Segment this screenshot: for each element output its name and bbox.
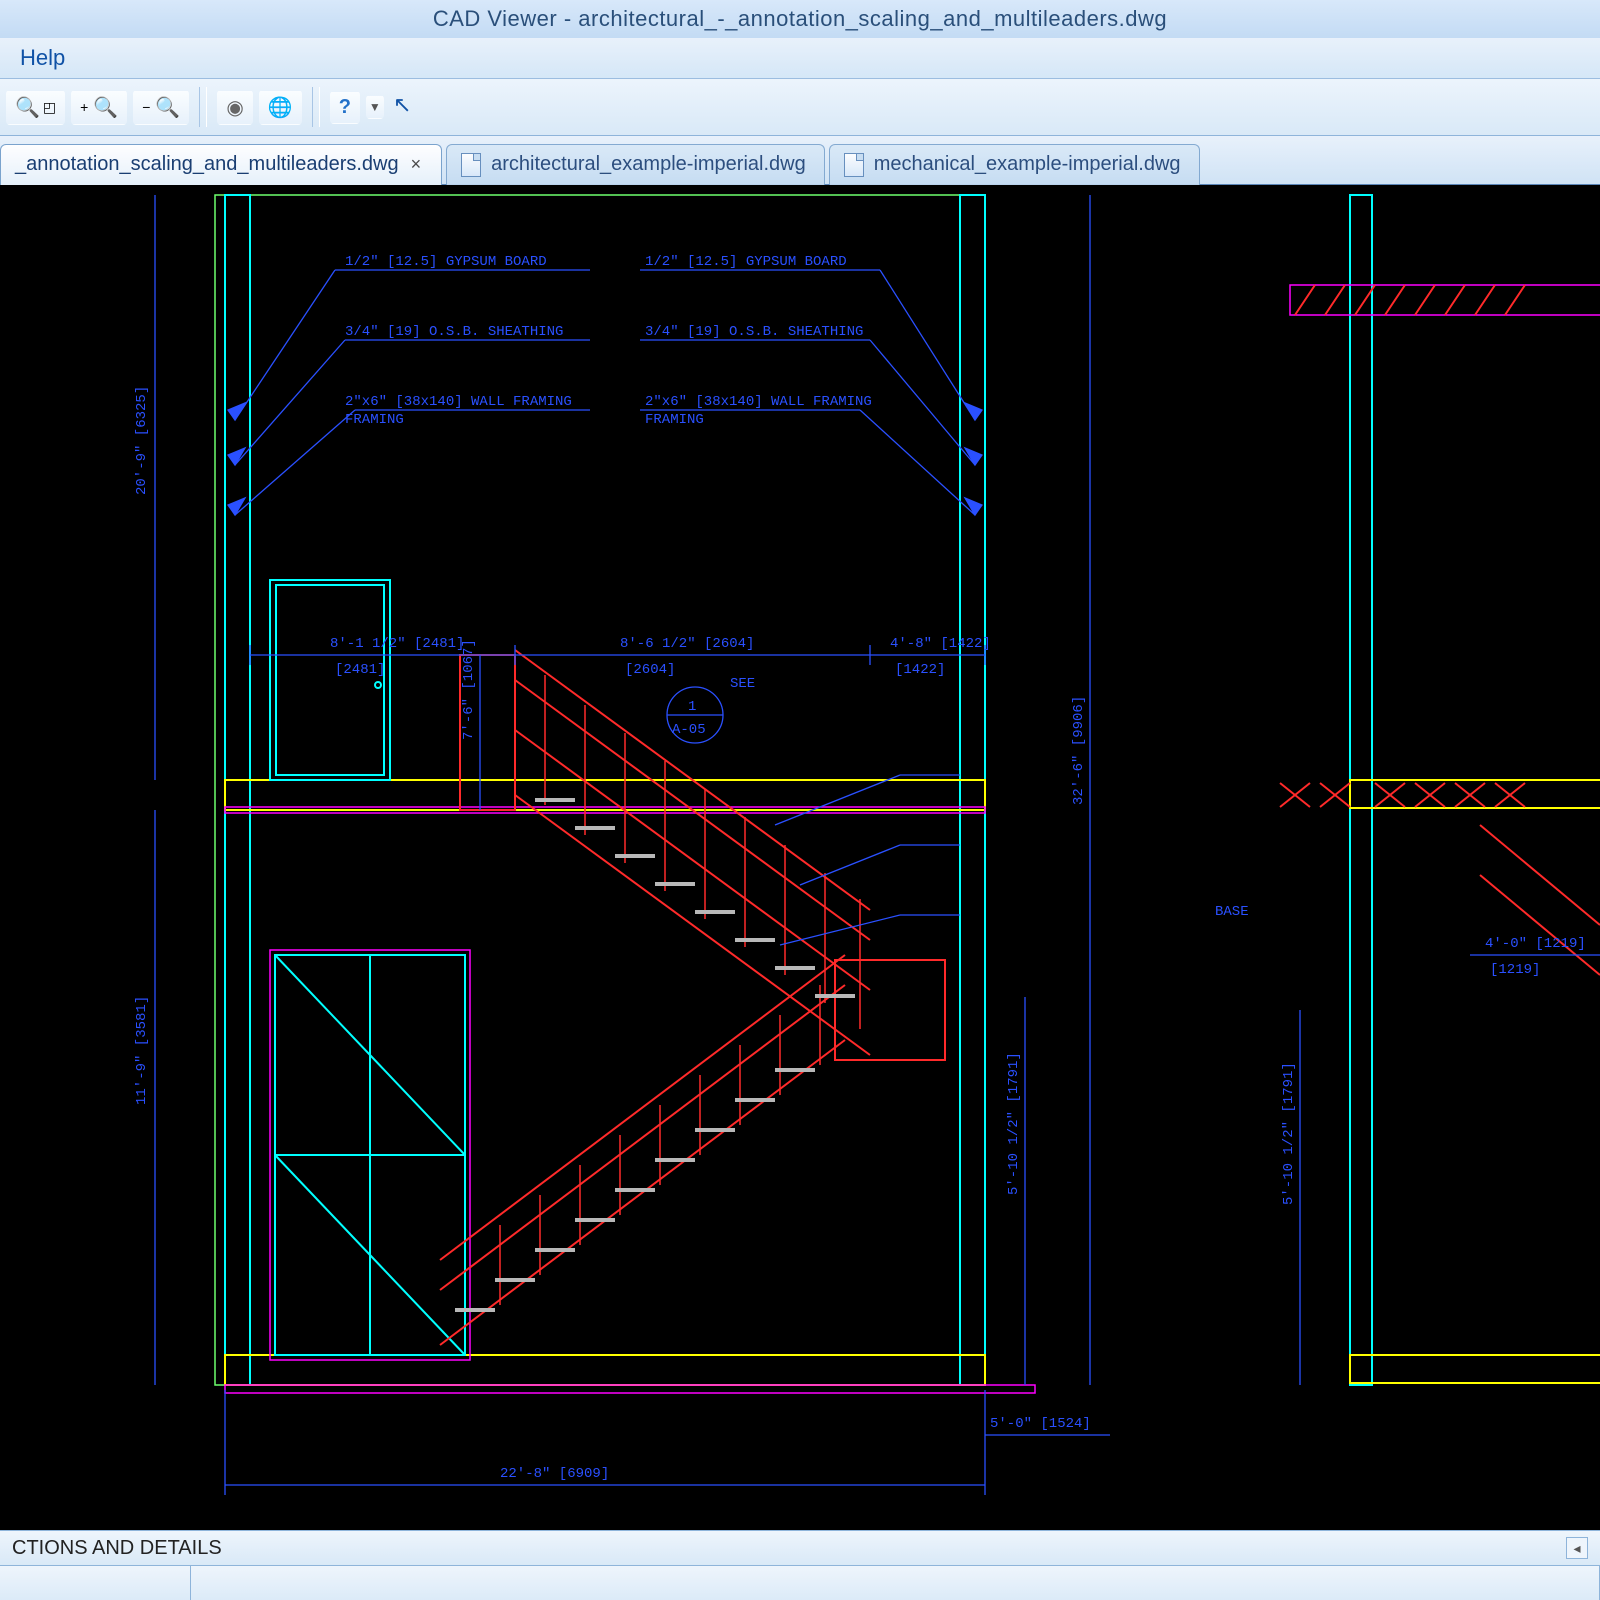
file-tab[interactable]: architectural_example-imperial.dwg [446, 144, 825, 185]
svg-text:8'-6 1/2" [2604]: 8'-6 1/2" [2604] [620, 636, 754, 652]
tab-label: architectural_example-imperial.dwg [491, 153, 806, 176]
close-tab-button[interactable]: × [409, 154, 424, 175]
file-tab[interactable]: mechanical_example-imperial.dwg [829, 144, 1200, 185]
scroll-left-button[interactable]: ◂ [1566, 1537, 1588, 1559]
help-icon: ? [339, 96, 351, 119]
title-bar: CAD Viewer - architectural_-_annotation_… [0, 0, 1600, 38]
toolbar-separator [199, 87, 207, 127]
svg-text:[2604]: [2604] [625, 662, 675, 678]
svg-text:2"x6" [38x140] WALL FRAMING: 2"x6" [38x140] WALL FRAMING [645, 394, 872, 410]
tab-label: mechanical_example-imperial.dwg [874, 153, 1181, 176]
magnifier-icon: 🔍 [15, 95, 40, 120]
file-icon [844, 153, 864, 177]
svg-text:BASE: BASE [1215, 904, 1249, 920]
tab-label: _annotation_scaling_and_multileaders.dwg [15, 153, 399, 176]
tool-bar: 🔍◰ +🔍 −🔍 ◉ 🌐 ? ▼ [0, 79, 1600, 136]
svg-text:11'-9" [3581]: 11'-9" [3581] [134, 996, 150, 1105]
status-cell [0, 1566, 191, 1600]
svg-text:SEE: SEE [730, 676, 755, 692]
cad-viewport[interactable]: .w{stroke:#00ffff;fill:none;stroke-width… [0, 185, 1600, 1530]
zoom-out-button[interactable]: −🔍 [133, 90, 189, 125]
svg-text:1: 1 [688, 699, 696, 715]
svg-text:5'-10 1/2" [1791]: 5'-10 1/2" [1791] [1006, 1052, 1022, 1195]
cad-drawing: .w{stroke:#00ffff;fill:none;stroke-width… [0, 185, 1600, 1530]
menu-help[interactable]: Help [10, 45, 75, 71]
svg-text:5'-10 1/2" [1791]: 5'-10 1/2" [1791] [1281, 1062, 1297, 1205]
magnifier-out-icon: 🔍 [155, 95, 180, 120]
file-icon [461, 153, 481, 177]
svg-text:1/2" [12.5] GYPSUM BOARD: 1/2" [12.5] GYPSUM BOARD [345, 254, 547, 270]
sheet-tab-bar: CTIONS AND DETAILS ◂ [0, 1530, 1600, 1565]
zoom-in-button[interactable]: +🔍 [71, 90, 127, 125]
svg-text:[1422]: [1422] [895, 662, 945, 678]
svg-text:20'-9" [6325]: 20'-9" [6325] [134, 386, 150, 495]
svg-text:32'-6" [9906]: 32'-6" [9906] [1071, 696, 1087, 805]
menu-bar: Help ↖ [0, 38, 1600, 79]
svg-text:2"x6" [38x140] WALL FRAMING: 2"x6" [38x140] WALL FRAMING [345, 394, 572, 410]
svg-text:7'-6" [1067]: 7'-6" [1067] [461, 639, 477, 740]
svg-text:1/2" [12.5] GYPSUM BOARD: 1/2" [12.5] GYPSUM BOARD [645, 254, 847, 270]
svg-text:FRAMING: FRAMING [345, 412, 404, 428]
svg-text:[2481]: [2481] [335, 662, 385, 678]
svg-text:8'-1 1/2" [2481]: 8'-1 1/2" [2481] [330, 636, 464, 652]
status-bar [0, 1565, 1600, 1600]
help-button[interactable]: ? [330, 91, 360, 124]
svg-text:22'-8" [6909]: 22'-8" [6909] [500, 1466, 609, 1482]
svg-text:FRAMING: FRAMING [645, 412, 704, 428]
help-dropdown-button[interactable]: ▼ [366, 95, 384, 119]
svg-text:3/4" [19] O.S.B. SHEATHING: 3/4" [19] O.S.B. SHEATHING [345, 324, 563, 340]
toolbar-separator [312, 87, 320, 127]
zoom-window-button[interactable]: 🔍◰ [6, 90, 65, 125]
orbit-icon: ◉ [226, 95, 243, 120]
orbit-3d-button[interactable]: 🌐 [259, 90, 302, 125]
sheet-tab-label[interactable]: CTIONS AND DETAILS [12, 1537, 222, 1560]
svg-text:4'-0" [1219]: 4'-0" [1219] [1485, 936, 1586, 952]
window-title: CAD Viewer - architectural_-_annotation_… [433, 6, 1167, 32]
svg-text:A-05: A-05 [672, 722, 706, 738]
orbit-button[interactable]: ◉ [217, 90, 252, 125]
status-cell [191, 1566, 1600, 1600]
file-tab-active[interactable]: _annotation_scaling_and_multileaders.dwg… [0, 144, 442, 185]
file-tab-bar: _annotation_scaling_and_multileaders.dwg… [0, 136, 1600, 185]
globe-icon: 🌐 [268, 95, 293, 120]
svg-text:3/4" [19] O.S.B. SHEATHING: 3/4" [19] O.S.B. SHEATHING [645, 324, 863, 340]
svg-text:[1219]: [1219] [1490, 962, 1540, 978]
chevron-down-icon: ▼ [369, 100, 381, 114]
svg-text:5'-0" [1524]: 5'-0" [1524] [990, 1416, 1091, 1432]
magnifier-in-icon: 🔍 [93, 95, 118, 120]
svg-text:4'-8" [1422]: 4'-8" [1422] [890, 636, 991, 652]
